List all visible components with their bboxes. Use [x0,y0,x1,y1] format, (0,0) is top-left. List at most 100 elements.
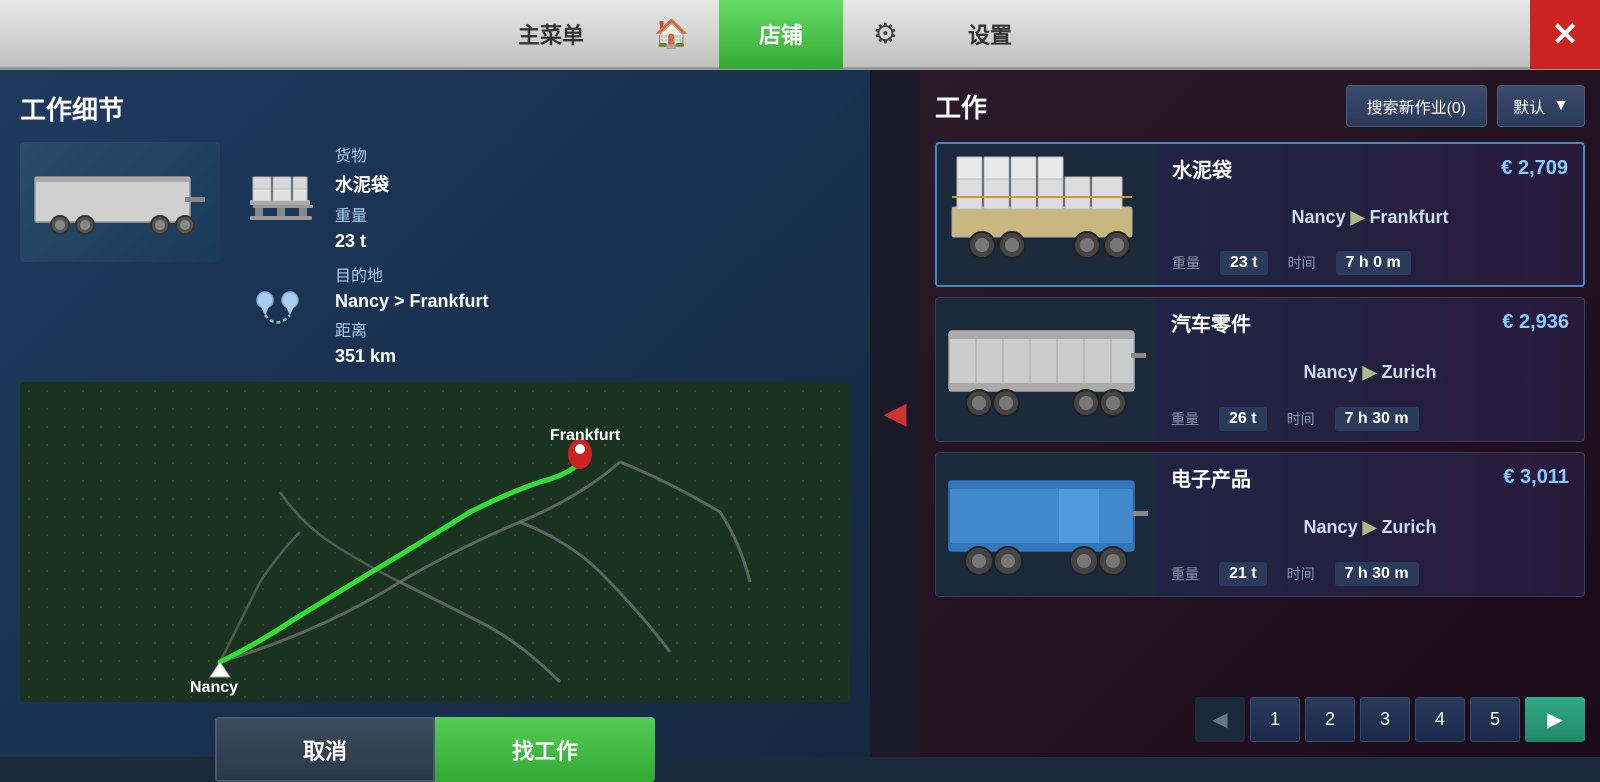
bottom-buttons: 取消 找工作 [20,717,850,782]
right-header: 工作 搜索新作业(0) 默认 ▼ [935,85,1585,127]
job-stats-1: 重量 23 t 时间 7 h 0 m [1172,251,1568,275]
divider-arrow[interactable]: ◀ [870,70,920,757]
job-stats-3: 重量 21 t 时间 7 h 30 m [1171,562,1569,586]
pallet-icon [245,170,315,225]
page-btn-3[interactable]: 3 [1360,697,1410,742]
nav-home-icon[interactable]: 🏠 [624,0,719,69]
distance-label: 距离 [335,317,489,341]
svg-text:Nancy: Nancy [190,679,238,696]
job-to-3: Zurich [1381,517,1436,537]
svg-text:Frankfurt: Frankfurt [550,427,621,444]
job-cargo-name-1: 水泥袋 [1172,154,1232,183]
job-thumb-3 [936,453,1156,597]
cargo-info-block: 货物 水泥袋 重量 23 t [335,142,389,252]
time-value-1: 7 h 0 m [1336,251,1411,275]
left-arrow-icon: ◀ [883,396,906,431]
nav-shop[interactable]: 店铺 [719,0,843,69]
job-thumb-2 [936,298,1156,442]
right-panel: 工作 搜索新作业(0) 默认 ▼ [920,70,1600,757]
cargo-details: 货物 水泥袋 重量 23 t [240,142,850,367]
time-label-2: 时间 [1287,409,1315,429]
close-button[interactable]: ✕ [1530,0,1600,69]
map-area: Nancy Frankfurt [20,382,850,702]
job-price-1: € 2,709 [1501,157,1568,180]
destination-row: 目的地 Nancy > Frankfurt 距离 351 km [240,262,850,367]
cargo-value: 水泥袋 [335,171,389,197]
time-label-3: 时间 [1287,564,1315,584]
job-cargo-name-2: 汽车零件 [1171,308,1251,337]
cargo-label: 货物 [335,142,389,166]
page-btn-2[interactable]: 2 [1305,697,1355,742]
weight-label-1: 重量 [1172,253,1200,273]
default-dropdown[interactable]: 默认 ▼ [1497,85,1585,127]
cargo-type-row: 货物 水泥袋 重量 23 t [240,142,850,252]
trailer-svg [30,162,210,242]
job-top-row-1: 水泥袋 € 2,709 [1172,154,1568,183]
page-btn-5[interactable]: 5 [1470,697,1520,742]
job-card-2[interactable]: 汽车零件 € 2,936 Nancy ▶ Zurich 重量 26 t 时间 7… [935,297,1585,442]
curtain-trailer-svg [941,301,1151,441]
main-content: 工作细节 [0,70,1600,757]
job-to-1: Frankfurt [1369,207,1448,227]
cancel-button[interactable]: 取消 [215,717,435,782]
job-arrow-2: ▶ [1363,362,1382,382]
location-icon [245,285,315,345]
weight-label-3: 重量 [1171,564,1199,584]
job-to-2: Zurich [1381,362,1436,382]
weight-value: 23 t [335,231,389,252]
map-svg: Nancy Frankfurt [20,382,850,702]
dropdown-arrow-icon: ▼ [1553,97,1569,115]
left-panel-title: 工作细节 [20,90,850,127]
top-navigation: 主菜单 🏠 店铺 ⚙ 设置 ✕ [0,0,1600,70]
job-price-2: € 2,936 [1502,311,1569,334]
location-icon-area [240,285,320,345]
job-from-3: Nancy [1304,517,1358,537]
cargo-info-area: 货物 水泥袋 重量 23 t [20,142,850,367]
destination-label: 目的地 [335,262,489,286]
nav-settings[interactable]: 设置 [928,0,1052,69]
job-top-row-3: 电子产品 € 3,011 [1171,463,1569,492]
weight-value-2: 26 t [1219,407,1267,431]
job-info-1: 水泥袋 € 2,709 Nancy ▶ Frankfurt 重量 23 t 时间… [1157,144,1583,285]
nav-main-menu[interactable]: 主菜单 [478,0,624,69]
time-value-3: 7 h 30 m [1335,562,1419,586]
nav-settings-icon[interactable]: ⚙ [843,0,928,69]
job-arrow-1: ▶ [1351,207,1370,227]
weight-label: 重量 [335,202,389,226]
weight-value-1: 23 t [1220,251,1268,275]
weight-value-3: 21 t [1219,562,1267,586]
job-from-1: Nancy [1292,207,1346,227]
time-label-1: 时间 [1288,253,1316,273]
job-top-row-2: 汽车零件 € 2,936 [1171,308,1569,337]
time-value-2: 7 h 30 m [1335,407,1419,431]
search-new-jobs-button[interactable]: 搜索新作业(0) [1346,85,1488,127]
job-route-2: Nancy ▶ Zurich [1171,362,1569,383]
default-label: 默认 [1513,94,1545,118]
trailer-image [20,142,220,262]
page-next-button[interactable]: ▶ [1525,697,1585,742]
job-from-2: Nancy [1304,362,1358,382]
job-card-3[interactable]: 电子产品 € 3,011 Nancy ▶ Zurich 重量 21 t 时间 7… [935,452,1585,597]
job-cargo-name-3: 电子产品 [1171,463,1251,492]
weight-label-2: 重量 [1171,409,1199,429]
job-card-1[interactable]: 水泥袋 € 2,709 Nancy ▶ Frankfurt 重量 23 t 时间… [935,142,1585,287]
right-panel-title: 工作 [935,88,987,125]
page-prev-button[interactable]: ◀ [1195,697,1245,742]
job-stats-2: 重量 26 t 时间 7 h 30 m [1171,407,1569,431]
page-btn-1[interactable]: 1 [1250,697,1300,742]
job-route-3: Nancy ▶ Zurich [1171,517,1569,538]
find-job-button[interactable]: 找工作 [435,717,655,782]
pagination: ◀ 1 2 3 4 5 ▶ [935,697,1585,742]
job-arrow-3: ▶ [1363,517,1382,537]
job-info-3: 电子产品 € 3,011 Nancy ▶ Zurich 重量 21 t 时间 7… [1156,453,1584,596]
job-price-3: € 3,011 [1503,466,1569,489]
cargo-pallet-icon-area [240,167,320,227]
flatbed-trailer-svg [942,147,1152,287]
distance-value: 351 km [335,346,489,367]
job-info-2: 汽车零件 € 2,936 Nancy ▶ Zurich 重量 26 t 时间 7… [1156,298,1584,441]
destination-info-block: 目的地 Nancy > Frankfurt 距离 351 km [335,262,489,367]
destination-value: Nancy > Frankfurt [335,291,489,312]
nav-items: 主菜单 🏠 店铺 ⚙ 设置 [0,0,1530,69]
page-btn-4[interactable]: 4 [1415,697,1465,742]
job-list: 水泥袋 € 2,709 Nancy ▶ Frankfurt 重量 23 t 时间… [935,142,1585,687]
